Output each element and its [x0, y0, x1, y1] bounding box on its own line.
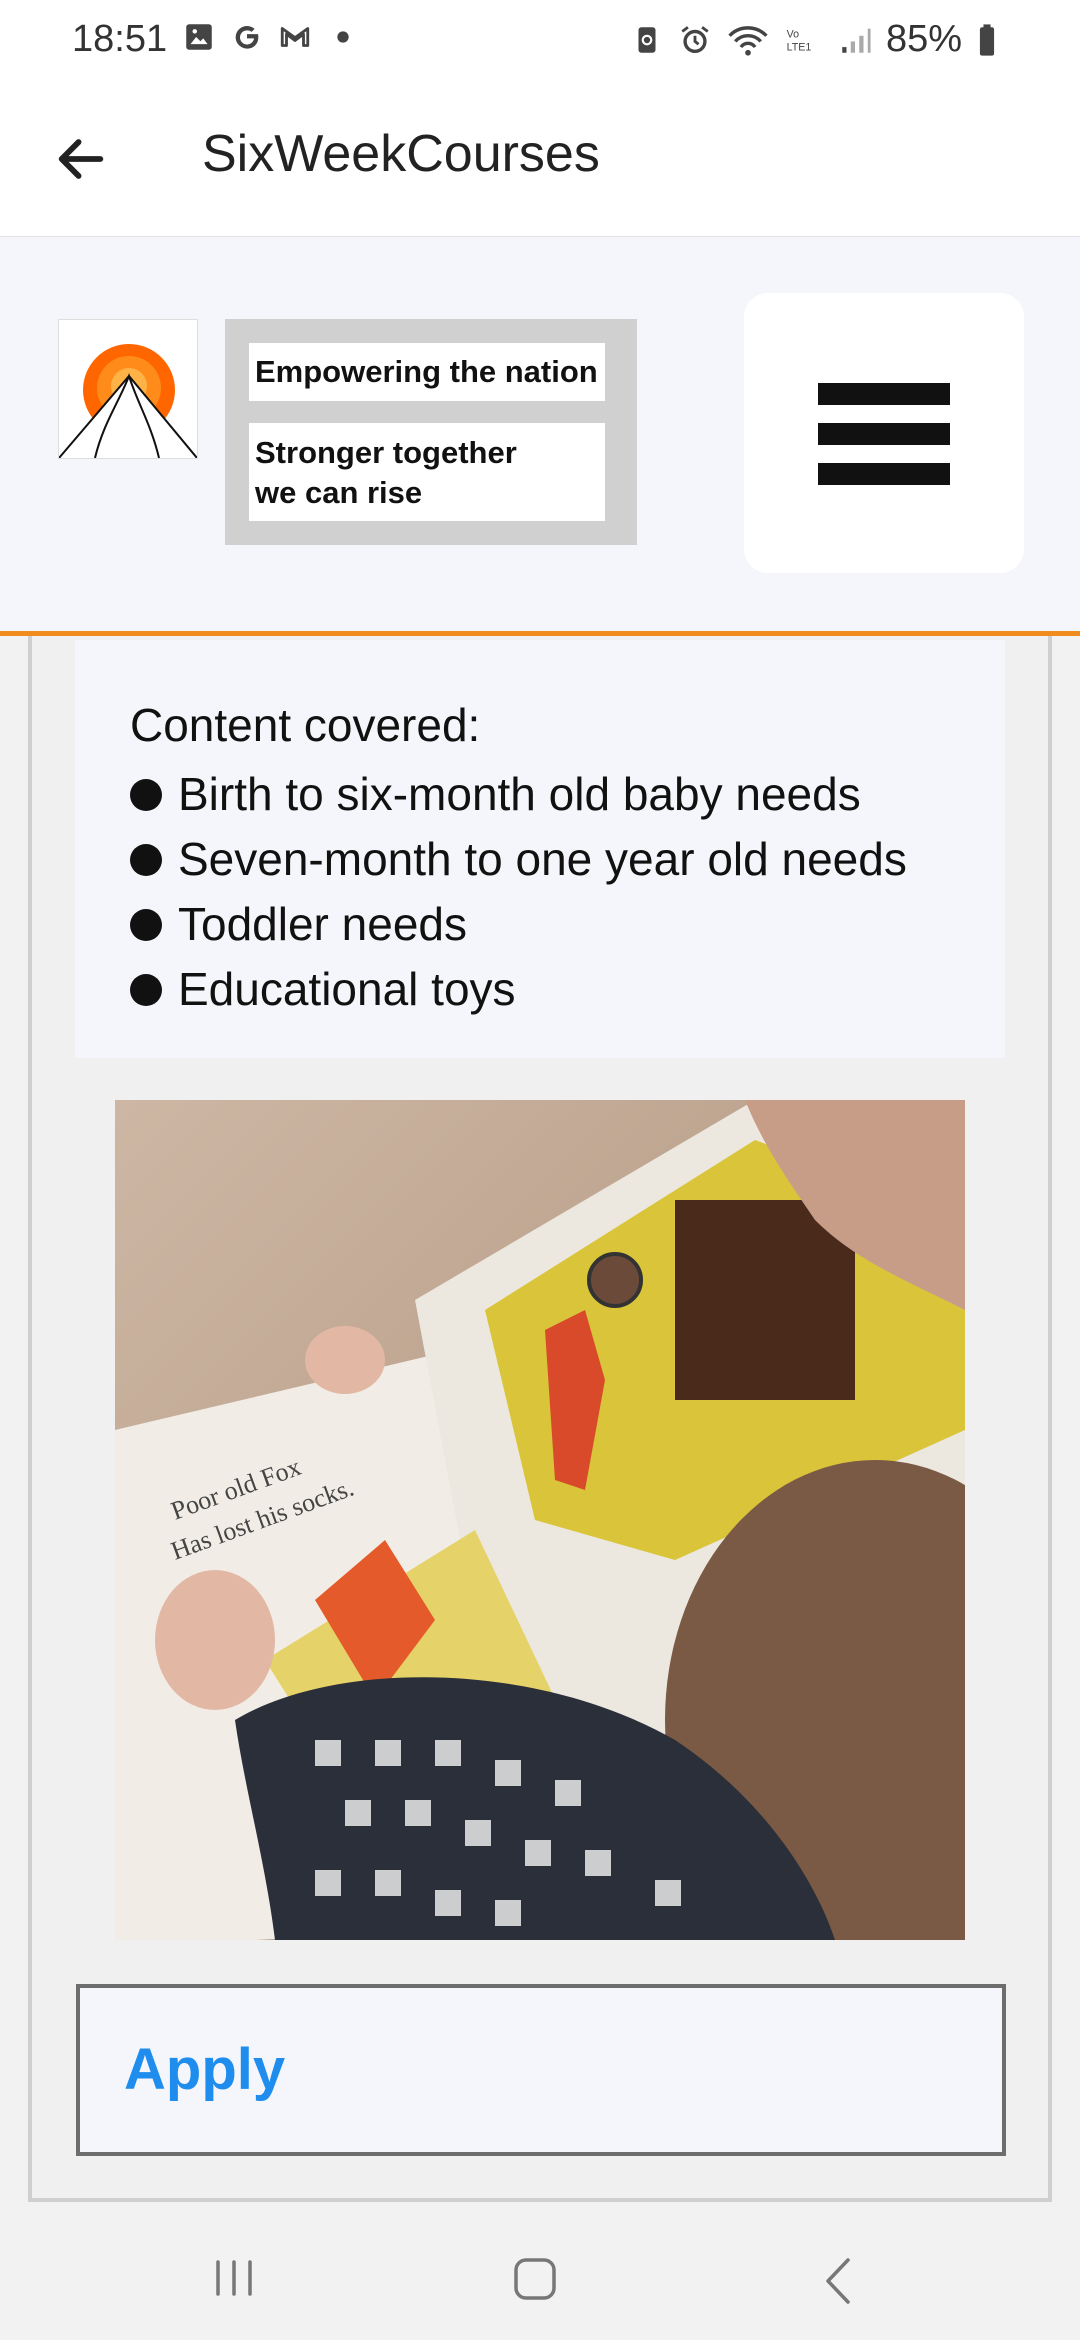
apply-label: Apply	[124, 2037, 286, 2102]
menu-bar-icon	[818, 423, 950, 445]
nav-back-icon[interactable]	[820, 2256, 856, 2306]
list-item: Seven-month to one year old needs	[130, 827, 907, 892]
bullet-icon	[130, 908, 162, 941]
photo-illustration: Poor old Fox Has lost his socks.	[115, 1100, 965, 1940]
system-icons: Vo LTE1 85%	[630, 18, 998, 61]
sunrise-mountain-logo-icon	[59, 320, 197, 458]
status-time: 18:51	[72, 18, 168, 60]
list-item-label: Birth to six-month old baby needs	[178, 768, 861, 820]
list-item: Birth to six-month old baby needs	[130, 762, 907, 827]
wifi-icon	[728, 25, 768, 56]
list-item-label: Seven-month to one year old needs	[178, 833, 907, 885]
content-list: Birth to six-month old baby needs Seven-…	[130, 762, 907, 1022]
sync-icon	[638, 26, 656, 53]
gallery-icon	[186, 24, 212, 50]
bullet-icon	[130, 973, 162, 1006]
alarm-icon	[681, 25, 709, 53]
site-header: Empowering the nation Stronger together …	[0, 237, 1080, 636]
bullet-icon	[130, 843, 162, 876]
notification-icons	[182, 20, 360, 54]
list-item-label: Educational toys	[178, 963, 516, 1015]
tagline-secondary: Stronger together we can rise	[249, 423, 605, 521]
battery-percentage: 85%	[885, 18, 962, 60]
bullet-icon	[130, 778, 162, 811]
tagline-box: Empowering the nation Stronger together …	[225, 319, 637, 545]
recent-apps-icon[interactable]	[212, 2258, 256, 2298]
battery-icon	[979, 23, 995, 56]
menu-bar-icon	[818, 463, 950, 485]
signal-icon	[842, 28, 871, 53]
content-heading: Content covered:	[130, 699, 481, 751]
list-item: Toddler needs	[130, 892, 907, 957]
svg-text:LTE1: LTE1	[787, 41, 812, 53]
content-card: Content covered: Birth to six-month old …	[75, 640, 1005, 1058]
app-title: SixWeekCourses	[202, 125, 600, 183]
app-bar: SixWeekCourses	[0, 84, 1080, 237]
svg-text:Vo: Vo	[787, 28, 800, 40]
google-icon	[235, 25, 259, 49]
gmail-icon	[280, 27, 310, 47]
apply-button[interactable]: Apply	[76, 1984, 1006, 2156]
tagline-primary: Empowering the nation	[249, 343, 605, 401]
child-reading-photo: Poor old Fox Has lost his socks.	[115, 1100, 965, 1940]
hamburger-menu-button[interactable]	[744, 293, 1024, 573]
status-bar: 18:51 Vo LTE1 85%	[0, 0, 1080, 84]
home-icon[interactable]	[512, 2256, 558, 2302]
list-item-label: Toddler needs	[178, 898, 467, 950]
site-logo[interactable]	[58, 319, 198, 459]
menu-bar-icon	[818, 383, 950, 405]
back-arrow-icon[interactable]	[52, 130, 110, 188]
dot-icon	[337, 31, 349, 43]
list-item: Educational toys	[130, 957, 907, 1022]
volte-icon: VoLTE1	[787, 28, 812, 53]
system-nav-bar	[0, 2210, 1080, 2340]
